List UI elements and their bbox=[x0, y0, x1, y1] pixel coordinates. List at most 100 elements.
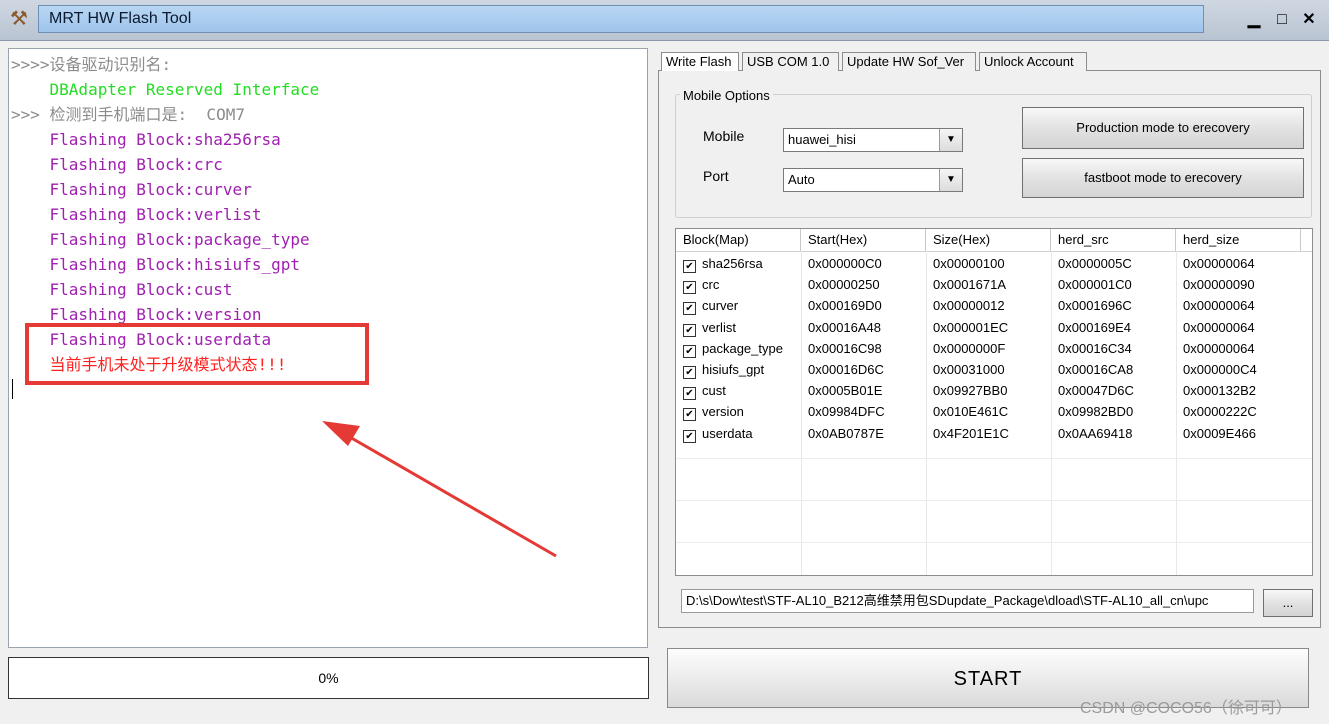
table-row[interactable]: ✔ crc 0x00000250 0x0001671A 0x000001C0 0x0000… bbox=[676, 274, 1312, 295]
block-checkbox[interactable]: ✔ bbox=[683, 408, 696, 422]
block-name: package_type bbox=[702, 340, 783, 356]
block-name: sha256rsa bbox=[702, 256, 763, 271]
block-table[interactable]: Block(Map) Start(Hex) Size(Hex) herd_src… bbox=[675, 228, 1313, 576]
firmware-path-field[interactable]: D:\s\Dow\test\STF-AL10_B212高维禁用包SDupdate… bbox=[681, 589, 1254, 613]
block-checkbox[interactable]: ✔ bbox=[683, 302, 696, 316]
row-divider bbox=[676, 541, 1312, 543]
block-name-cell: ✔ cust bbox=[676, 380, 801, 401]
column-header-size[interactable]: Size(Hex) bbox=[926, 229, 1051, 251]
log-line: Flashing Block:crc bbox=[11, 155, 223, 174]
table-row[interactable]: ✔ hisiufs_gpt 0x00016D6C 0x00031000 0x00016C… bbox=[676, 359, 1312, 380]
block-name-cell: ✔ userdata bbox=[676, 423, 801, 444]
block-checkbox[interactable]: ✔ bbox=[683, 366, 696, 379]
fastboot-mode-button[interactable]: fastboot mode to erecovery bbox=[1022, 158, 1304, 198]
block-name-cell: ✔ version bbox=[676, 401, 801, 422]
table-cell: 0x000001EC bbox=[933, 319, 1009, 335]
table-cell: 0x09982BD0 bbox=[1058, 404, 1134, 420]
table-cell: 0x00000090 bbox=[1183, 277, 1255, 293]
progress-label: 0% bbox=[318, 670, 339, 686]
block-checkbox[interactable]: ✔ bbox=[683, 323, 696, 337]
table-cell: 0x00000064 bbox=[1183, 298, 1255, 314]
browse-button[interactable]: ... bbox=[1263, 589, 1313, 617]
table-cell: 0x0000000F bbox=[933, 340, 1006, 356]
production-mode-button[interactable]: Production mode to erecovery bbox=[1022, 107, 1304, 149]
table-row[interactable]: ✔ cust 0x0005B01E 0x09927BB0 0x00047D6C 0x000… bbox=[676, 380, 1312, 401]
port-label: Port bbox=[703, 168, 729, 184]
table-cell: 0x00000064 bbox=[1183, 340, 1255, 356]
row-divider bbox=[676, 499, 1312, 501]
log-line: Flashing Block:cust bbox=[11, 280, 233, 299]
table-cell: 0x00016C34 bbox=[1058, 340, 1132, 356]
block-name: crc bbox=[702, 277, 720, 293]
column-header-start[interactable]: Start(Hex) bbox=[801, 229, 926, 251]
block-name: userdata bbox=[702, 425, 753, 441]
table-cell: 0x00016A48 bbox=[808, 319, 882, 335]
title-bar: ⚒ MRT HW Flash Tool ▁ □ ✕ bbox=[0, 0, 1329, 41]
log-line: Flashing Block:verlist bbox=[11, 205, 262, 224]
wrench-icon[interactable]: ⚒ bbox=[6, 6, 32, 32]
table-row[interactable]: ✔ version 0x09984DFC 0x010E461C 0x09982BD0 0x… bbox=[676, 401, 1312, 422]
maximize-button[interactable]: □ bbox=[1270, 8, 1294, 32]
table-cell: 0x0009E466 bbox=[1183, 425, 1257, 441]
table-row[interactable]: ✔ verlist 0x00016A48 0x000001EC 0x000169E4 0x… bbox=[676, 317, 1312, 338]
log-line: Flashing Block:sha256rsa bbox=[11, 130, 281, 149]
table-cell: 0x000169E4 bbox=[1058, 319, 1132, 335]
table-cell: 0x00016D6C bbox=[808, 362, 884, 377]
table-cell: 0x00000064 bbox=[1183, 319, 1255, 335]
progress-bar: 0% bbox=[8, 657, 649, 699]
column-header-herd-src[interactable]: herd_src bbox=[1051, 229, 1176, 251]
table-cell: 0x0AA69418 bbox=[1058, 425, 1133, 441]
table-cell: 0x09984DFC bbox=[808, 404, 885, 420]
mobile-select[interactable]: huawei_hisi ▼ bbox=[783, 128, 963, 152]
tab-write-flash[interactable]: Write Flash bbox=[661, 52, 739, 71]
block-checkbox[interactable]: ✔ bbox=[683, 429, 696, 443]
log-output[interactable]: >>>>设备驱动识别名: DBAdapter Reserved Interfac… bbox=[8, 48, 648, 648]
block-checkbox[interactable]: ✔ bbox=[683, 281, 696, 295]
table-cell: 0x00016CA8 bbox=[1058, 362, 1134, 377]
port-select[interactable]: Auto ▼ bbox=[783, 168, 963, 192]
table-cell: 0x00047D6C bbox=[1058, 383, 1134, 399]
table-cell: 0x0001696C bbox=[1058, 298, 1132, 314]
table-cell: 0x0000222C bbox=[1183, 404, 1257, 420]
port-select-value: Auto bbox=[788, 172, 815, 187]
table-cell: 0x0000005C bbox=[1058, 256, 1132, 271]
column-header-herd-size[interactable]: herd_size bbox=[1176, 229, 1301, 251]
block-name-cell: ✔ verlist bbox=[676, 317, 801, 338]
table-header: Block(Map) Start(Hex) Size(Hex) herd_src… bbox=[676, 229, 1312, 252]
minimize-button[interactable]: ▁ bbox=[1242, 8, 1266, 32]
block-name-cell: ✔ curver bbox=[676, 295, 801, 316]
block-checkbox[interactable]: ✔ bbox=[683, 344, 696, 358]
table-row[interactable]: ✔ curver 0x000169D0 0x00000012 0x0001696C 0x0… bbox=[676, 295, 1312, 316]
table-cell: 0x09927BB0 bbox=[933, 383, 1008, 399]
table-cell: 0x000132B2 bbox=[1183, 383, 1257, 399]
table-cell: 0x000000C4 bbox=[1183, 362, 1257, 377]
tab-usb-com[interactable]: USB COM 1.0 bbox=[742, 52, 839, 71]
tab-unlock-account[interactable]: Unlock Account bbox=[979, 52, 1087, 71]
block-name: curver bbox=[702, 298, 739, 314]
table-row[interactable]: ✔ userdata 0x0AB0787E 0x4F201E1C 0x0AA69418 0… bbox=[676, 423, 1312, 444]
block-name: verlist bbox=[702, 319, 736, 335]
table-cell: 0x010E461C bbox=[933, 404, 1009, 420]
error-highlight-box bbox=[25, 323, 369, 385]
table-cell: 0x000001C0 bbox=[1058, 277, 1132, 293]
log-line: Flashing Block:hisiufs_gpt bbox=[11, 255, 300, 274]
table-cell: 0x00000250 bbox=[808, 277, 880, 293]
block-name: version bbox=[702, 404, 744, 420]
log-line: Flashing Block:package_type bbox=[11, 230, 310, 249]
block-name-cell: ✔ package_type bbox=[676, 338, 801, 359]
column-header-block[interactable]: Block(Map) bbox=[676, 229, 801, 251]
block-checkbox[interactable]: ✔ bbox=[683, 260, 696, 273]
chevron-down-icon[interactable]: ▼ bbox=[939, 169, 962, 191]
table-row[interactable]: ✔ package_type 0x00016C98 0x0000000F 0x00016… bbox=[676, 338, 1312, 359]
tab-update-hw-sof-ver[interactable]: Update HW Sof_Ver bbox=[842, 52, 976, 71]
table-cell: 0x0AB0787E bbox=[808, 425, 884, 441]
table-cell: 0x0005B01E bbox=[808, 383, 883, 399]
close-button[interactable]: ✕ bbox=[1297, 8, 1321, 32]
table-cell: 0x0001671A bbox=[933, 277, 1007, 293]
log-line: >>> 检测到手机端口是: COM7 bbox=[11, 105, 245, 124]
chevron-down-icon[interactable]: ▼ bbox=[939, 129, 962, 151]
table-cell: 0x000169D0 bbox=[808, 298, 882, 314]
block-name-cell: ✔ hisiufs_gpt bbox=[676, 359, 801, 380]
table-row[interactable]: ✔ sha256rsa 0x000000C0 0x00000100 0x0000005C… bbox=[676, 253, 1312, 274]
block-checkbox[interactable]: ✔ bbox=[683, 387, 696, 401]
